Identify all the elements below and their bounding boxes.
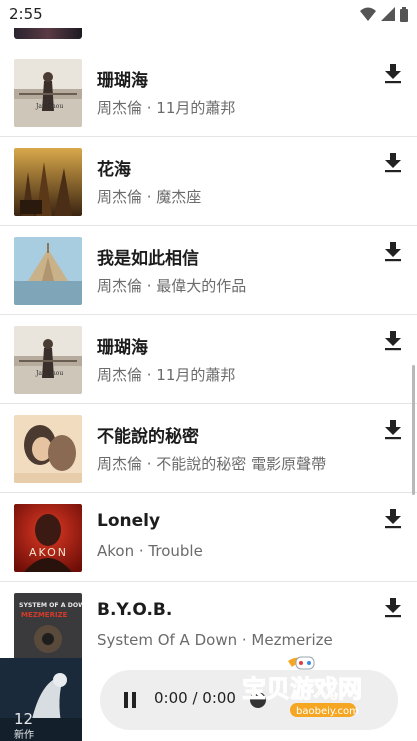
song-subtitle: 周杰倫 · 最偉大的作品	[97, 277, 247, 295]
download-icon	[385, 64, 401, 84]
download-icon	[385, 331, 401, 351]
signal-icon	[381, 7, 395, 21]
song-title: 花海	[97, 160, 131, 180]
download-button[interactable]	[381, 507, 405, 531]
download-icon	[385, 242, 401, 262]
song-subtitle: 周杰倫 · 不能說的秘密 電影原聲帶	[97, 455, 327, 473]
download-icon	[385, 153, 401, 173]
status-bar: 2:55	[0, 0, 417, 28]
status-time: 2:55	[9, 5, 43, 23]
song-list-item[interactable]: Jay Chou 珊瑚海 周杰倫 · 11月的蕭邦	[0, 316, 417, 404]
svg-text:SYSTEM OF A DOWN: SYSTEM OF A DOWN	[19, 602, 82, 609]
svg-text:Jay Chou: Jay Chou	[35, 103, 63, 110]
song-title: B.Y.O.B.	[97, 600, 173, 620]
pause-icon	[124, 692, 136, 708]
album-cover	[14, 237, 82, 305]
svg-text:AKON: AKON	[29, 546, 68, 559]
song-list-item[interactable]: Jay Chou 珊瑚海 周杰倫 · 11月的蕭邦	[0, 49, 417, 137]
wifi-icon	[360, 7, 376, 21]
pause-button[interactable]	[120, 690, 140, 710]
time-readout: 0:00 / 0:00	[154, 689, 236, 707]
song-title: 珊瑚海	[97, 338, 148, 358]
download-button[interactable]	[381, 240, 405, 264]
download-button[interactable]	[381, 329, 405, 353]
download-icon	[385, 420, 401, 440]
song-list-item[interactable]: 不能說的秘密 周杰倫 · 不能說的秘密 電影原聲帶	[0, 405, 417, 493]
download-button[interactable]	[381, 151, 405, 175]
svg-text:baobeiy.com: baobeiy.com	[296, 706, 359, 717]
album-cover	[14, 415, 82, 483]
song-subtitle: 周杰倫 · 11月的蕭邦	[97, 366, 236, 384]
svg-text:12: 12	[14, 710, 33, 728]
now-playing-cover[interactable]: 12 新作	[0, 658, 82, 741]
battery-icon	[400, 6, 408, 22]
svg-text:新作: 新作	[14, 728, 34, 741]
song-list-item[interactable]: 我是如此相信 周杰倫 · 最偉大的作品	[0, 227, 417, 315]
partial-album-cover[interactable]	[14, 28, 82, 39]
song-subtitle: System Of A Down · Mezmerize	[97, 631, 333, 649]
song-list-item[interactable]: 花海 周杰倫 · 魔杰座	[0, 138, 417, 226]
album-cover: SYSTEM OF A DOWN MEZMERIZE	[14, 593, 82, 661]
album-cover: Jay Chou	[14, 326, 82, 394]
svg-text:宝贝游戏网: 宝贝游戏网	[242, 675, 362, 703]
album-cover	[14, 148, 82, 216]
album-cover: AKON	[14, 504, 82, 572]
song-subtitle: 周杰倫 · 11月的蕭邦	[97, 99, 236, 117]
status-icons	[360, 6, 408, 22]
download-icon	[385, 598, 401, 618]
song-subtitle: 周杰倫 · 魔杰座	[97, 188, 202, 206]
scrollbar[interactable]	[412, 365, 415, 495]
svg-text:MEZMERIZE: MEZMERIZE	[21, 611, 68, 619]
song-title: 不能說的秘密	[97, 427, 199, 447]
album-cover: Jay Chou	[14, 59, 82, 127]
download-button[interactable]	[381, 62, 405, 86]
song-list: Jay Chou 珊瑚海 周杰倫 · 11月的蕭邦 花海 周杰倫 · 魔杰座 我…	[0, 0, 417, 741]
svg-text:Jay Chou: Jay Chou	[35, 370, 63, 377]
song-title: 珊瑚海	[97, 71, 148, 91]
download-button[interactable]	[381, 418, 405, 442]
watermark-logo: 宝贝游戏网 baobeiy.com	[240, 655, 385, 723]
download-icon	[385, 509, 401, 529]
song-list-item[interactable]: AKON Lonely Akon · Trouble	[0, 494, 417, 582]
song-title: Lonely	[97, 511, 161, 531]
song-subtitle: Akon · Trouble	[97, 542, 203, 560]
download-button[interactable]	[381, 596, 405, 620]
song-title: 我是如此相信	[97, 249, 199, 269]
